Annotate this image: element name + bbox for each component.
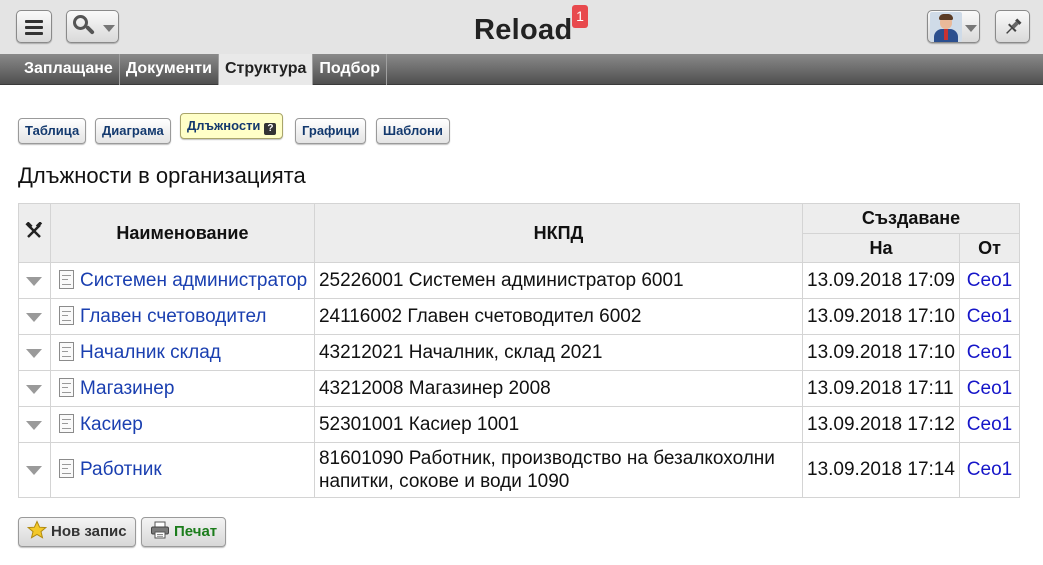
created-date-cell: 13.09.2018 17:14 [802, 442, 960, 498]
document-icon [58, 341, 74, 361]
table-row: Системен администратор 25226001 Системен… [18, 262, 1021, 299]
document-icon [58, 459, 74, 478]
chevron-down-icon [26, 384, 43, 394]
created-date-cell: 13.09.2018 17:12 [802, 406, 960, 443]
table-row: Работник 81601090 Работник, производство… [18, 442, 1021, 498]
chevron-down-icon [26, 348, 43, 358]
position-link[interactable]: Работник [80, 459, 162, 480]
document-icon [58, 377, 74, 397]
nav-tab-documents[interactable]: Документи [120, 54, 219, 85]
menu-icon [25, 20, 43, 35]
created-by-link[interactable]: Ceo1 [967, 270, 1012, 291]
nav-tab-structure[interactable]: Структура [218, 54, 314, 85]
nkpd-cell: 24116002 Главен счетоводител 6002 [313, 298, 804, 335]
column-header-created: Създаване [802, 203, 1020, 234]
created-date-cell: 13.09.2018 17:09 [802, 262, 960, 299]
main-nav: Заплащане Документи Структура Подбор [0, 54, 1043, 85]
chevron-down-icon [26, 466, 43, 475]
created-by-link[interactable]: Ceo1 [967, 342, 1012, 363]
column-header-name[interactable]: Наименование [49, 203, 315, 263]
new-record-label: Нов запис [51, 523, 127, 540]
created-by-link[interactable]: Ceo1 [967, 378, 1012, 399]
table-row: Началник склад 43212021 Началник, склад … [18, 334, 1021, 371]
chevron-down-icon [965, 25, 977, 32]
document-icon [58, 269, 74, 289]
avatar [930, 12, 962, 42]
menu-button[interactable] [16, 10, 52, 43]
positions-table: Наименование НКПД Създаване На От Систем… [18, 203, 1021, 498]
column-header-created-by[interactable]: От [958, 233, 1021, 263]
pin-icon [1006, 18, 1022, 34]
subtab-templates[interactable]: Шаблони [376, 118, 450, 144]
print-label: Печат [174, 523, 218, 540]
table-row: Магазинер 43212008 Магазинер 2008 13.09.… [18, 370, 1021, 407]
chevron-down-icon [26, 420, 43, 430]
user-menu-button[interactable] [927, 10, 980, 43]
row-actions-toggle[interactable] [18, 262, 51, 299]
created-by-link[interactable]: Ceo1 [967, 459, 1012, 480]
chevron-down-icon [103, 25, 115, 32]
nav-tab-payroll[interactable]: Заплащане [18, 54, 120, 85]
subtab-positions[interactable]: Длъжности? [180, 113, 284, 139]
nkpd-cell: 43212008 Магазинер 2008 [313, 370, 804, 407]
column-header-created-on[interactable]: На [802, 233, 960, 263]
created-by-link[interactable]: Ceo1 [967, 306, 1012, 327]
row-actions-toggle[interactable] [18, 442, 51, 498]
row-actions-toggle[interactable] [18, 406, 51, 443]
top-header: Reload 1 [0, 0, 1043, 54]
position-link[interactable]: Магазинер [80, 378, 174, 399]
table-row: Главен счетоводител 24116002 Главен счет… [18, 298, 1021, 335]
nkpd-cell: 81601090 Работник, производство на безал… [313, 442, 804, 498]
new-record-button[interactable]: Нов запис [18, 517, 136, 547]
row-actions-toggle[interactable] [18, 334, 51, 371]
document-icon [58, 413, 74, 433]
chevron-down-icon [26, 312, 43, 322]
subtab-schedules[interactable]: Графици [295, 118, 367, 144]
position-link[interactable]: Главен счетоводител [80, 306, 267, 327]
document-icon [58, 305, 74, 325]
created-date-cell: 13.09.2018 17:10 [802, 334, 960, 371]
star-icon [27, 520, 47, 539]
subtab-diagram[interactable]: Диаграма [95, 118, 171, 144]
page-title: Длъжности в организацията [18, 163, 306, 188]
app-title: Reload [474, 14, 573, 46]
tools-icon [25, 221, 43, 238]
nkpd-cell: 52301001 Касиер 1001 [313, 406, 804, 443]
created-date-cell: 13.09.2018 17:10 [802, 298, 960, 335]
row-actions-toggle[interactable] [18, 298, 51, 335]
subtab-positions-label: Длъжности [187, 118, 261, 133]
table-row: Касиер 52301001 Касиер 1001 13.09.2018 1… [18, 406, 1021, 443]
created-date-cell: 13.09.2018 17:11 [802, 370, 960, 407]
chevron-down-icon [26, 276, 43, 286]
created-by-link[interactable]: Ceo1 [967, 414, 1012, 435]
help-icon[interactable]: ? [264, 123, 277, 135]
nkpd-cell: 25226001 Системен администратор 6001 [313, 262, 804, 299]
print-button[interactable]: Печат [141, 517, 227, 547]
notification-badge[interactable]: 1 [572, 5, 588, 28]
position-link[interactable]: Началник склад [80, 342, 221, 363]
position-link[interactable]: Касиер [80, 414, 143, 435]
subtab-table[interactable]: Таблица [18, 118, 87, 144]
position-link[interactable]: Системен администратор [80, 270, 307, 291]
nav-tab-recruitment[interactable]: Подбор [313, 54, 388, 85]
search-button[interactable] [66, 10, 119, 43]
row-actions-toggle[interactable] [18, 370, 51, 407]
column-header-nkpd[interactable]: НКПД [313, 203, 804, 263]
nkpd-cell: 43212021 Началник, склад 2021 [313, 334, 804, 371]
pin-button[interactable] [995, 10, 1030, 43]
printer-icon [151, 521, 169, 539]
column-tools[interactable] [18, 203, 51, 263]
